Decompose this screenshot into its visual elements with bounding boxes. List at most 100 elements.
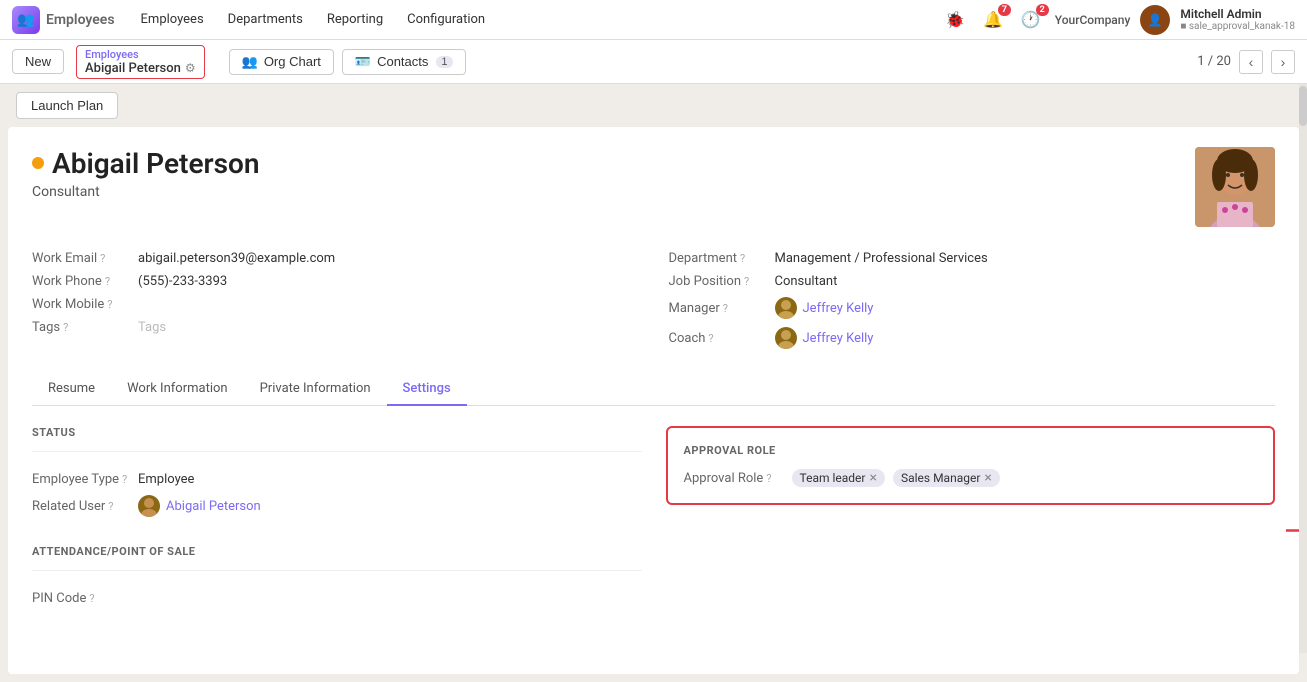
work-email-row: Work Email ? abigail.peterson39@example.… [32,247,639,270]
employee-type-help[interactable]: ? [122,473,127,486]
team-leader-tag-label: Team leader [800,471,866,485]
tags-label: Tags ? [32,320,132,335]
job-position-row: Job Position ? Consultant [669,270,1276,293]
pagination-next[interactable]: › [1271,50,1295,74]
approval-role-title: APPROVAL ROLE [684,444,1258,457]
approval-role-box: APPROVAL ROLE Approval Role ? Team leade… [666,426,1276,505]
new-button[interactable]: New [12,49,64,74]
attendance-divider [32,570,642,571]
org-chart-label: Org Chart [264,54,321,69]
coach-row: Coach ? Jeffrey Kelly [669,323,1276,353]
related-user-row: Related User ? Abigail Peterson [32,491,642,521]
work-mobile-row: Work Mobile ? [32,293,639,316]
work-phone-help[interactable]: ? [105,275,110,288]
employee-form-grid: Work Email ? abigail.peterson39@example.… [32,247,1275,353]
tab-settings[interactable]: Settings [387,373,467,406]
main-content: Abigail Peterson Consultant [8,127,1299,674]
work-mobile-help[interactable]: ? [107,298,112,311]
attendance-section: ATTENDANCE/POINT OF SALE PIN Code ? [32,545,642,610]
team-leader-tag-remove[interactable]: × [869,471,876,485]
coach-help[interactable]: ? [708,332,713,345]
top-nav-right: 🐞 🔔 7 🕐 2 YourCompany 👤 Mitchell Admin ■… [941,5,1295,35]
job-position-label: Job Position ? [669,274,769,289]
department-help[interactable]: ? [740,252,745,265]
work-email-value[interactable]: abigail.peterson39@example.com [138,251,335,266]
bug-icon-btn[interactable]: 🐞 [941,6,969,33]
nav-departments[interactable]: Departments [218,6,313,33]
job-position-help[interactable]: ? [744,275,749,288]
bell-badge: 7 [998,4,1011,16]
sales-manager-tag-remove[interactable]: × [984,471,991,485]
related-user-label: Related User ? [32,499,132,514]
tab-private-information[interactable]: Private Information [244,373,387,406]
contacts-button[interactable]: 🪪 Contacts 1 [342,49,466,75]
app-logo[interactable]: 👥 Employees [12,6,115,34]
employee-tabs: Resume Work Information Private Informat… [32,373,1275,406]
clock-icon-btn[interactable]: 🕐 2 [1017,6,1045,33]
department-label: Department ? [669,251,769,266]
coach-name[interactable]: Jeffrey Kelly [803,331,874,346]
app-title: Employees [46,12,115,28]
manager-value-wrapper: Jeffrey Kelly [775,297,874,319]
tab-resume[interactable]: Resume [32,373,111,406]
approval-role-label: Approval Role ? [684,471,784,486]
breadcrumb: Employees Abigail Peterson ⚙ [76,45,205,79]
manager-label: Manager ? [669,301,769,316]
employee-type-label: Employee Type ? [32,472,132,487]
tags-value[interactable]: Tags [138,320,166,335]
work-email-help[interactable]: ? [100,252,105,265]
contacts-icon: 🪪 [355,54,371,70]
approval-role-row: Approval Role ? Team leader × Sales Mana… [684,469,1258,487]
status-indicator [32,157,44,169]
logo-icon: 👥 [12,6,40,34]
user-name: Mitchell Admin [1180,7,1295,21]
tags-help[interactable]: ? [63,321,68,334]
manager-avatar [775,297,797,319]
settings-gear-icon[interactable]: ⚙ [185,61,196,75]
secondary-navigation: New Employees Abigail Peterson ⚙ 👥 Org C… [0,40,1307,84]
nav-employees[interactable]: Employees [131,6,214,33]
employee-name-text: Abigail Peterson [52,147,259,180]
breadcrumb-current: Abigail Peterson ⚙ [85,61,196,76]
nav-reporting[interactable]: Reporting [317,6,393,33]
approval-role-help[interactable]: ? [766,472,771,485]
tab-work-information[interactable]: Work Information [111,373,244,406]
pin-code-help[interactable]: ? [89,592,94,605]
company-name: YourCompany [1055,13,1131,27]
manager-name[interactable]: Jeffrey Kelly [803,301,874,316]
related-user-avatar [138,495,160,517]
nav-configuration[interactable]: Configuration [397,6,495,33]
user-avatar[interactable]: 👤 [1140,5,1170,35]
related-user-help[interactable]: ? [108,500,113,513]
related-user-value-wrapper: Abigail Peterson [138,495,261,517]
sales-manager-tag-label: Sales Manager [901,471,980,485]
work-mobile-label: Work Mobile ? [32,297,132,312]
bell-icon-btn[interactable]: 🔔 7 [979,6,1007,33]
work-phone-value[interactable]: (555)-233-3393 [138,274,227,289]
department-value[interactable]: Management / Professional Services [775,251,988,266]
manager-help[interactable]: ? [723,302,728,315]
user-info: Mitchell Admin ■ sale_approval_kanak-18 [1180,7,1295,32]
org-chart-icon: 👥 [242,54,258,70]
header-actions: 👥 Org Chart 🪪 Contacts 1 [229,49,466,75]
employee-job-title: Consultant [32,184,259,200]
related-user-name[interactable]: Abigail Peterson [166,499,261,514]
job-position-value[interactable]: Consultant [775,274,838,289]
status-section-title: STATUS [32,426,642,439]
settings-tab-content: STATUS Employee Type ? Employee Related … [32,406,1275,654]
pagination: 1 / 20 ‹ › [1197,50,1295,74]
pin-code-label: PIN Code ? [32,591,132,606]
pagination-prev[interactable]: ‹ [1239,50,1263,74]
status-section: STATUS Employee Type ? Employee Related … [32,426,642,610]
employee-photo[interactable] [1195,147,1275,227]
status-divider [32,451,642,452]
employee-type-value[interactable]: Employee [138,472,194,487]
launch-plan-button[interactable]: Launch Plan [16,92,118,119]
breadcrumb-parent[interactable]: Employees [85,48,196,61]
manager-row: Manager ? Jeffrey Kelly [669,293,1276,323]
attendance-section-title: ATTENDANCE/POINT OF SALE [32,545,642,558]
form-right: Department ? Management / Professional S… [669,247,1276,353]
work-phone-row: Work Phone ? (555)-233-3393 [32,270,639,293]
scrollbar-thumb[interactable] [1299,86,1307,126]
org-chart-button[interactable]: 👥 Org Chart [229,49,334,75]
